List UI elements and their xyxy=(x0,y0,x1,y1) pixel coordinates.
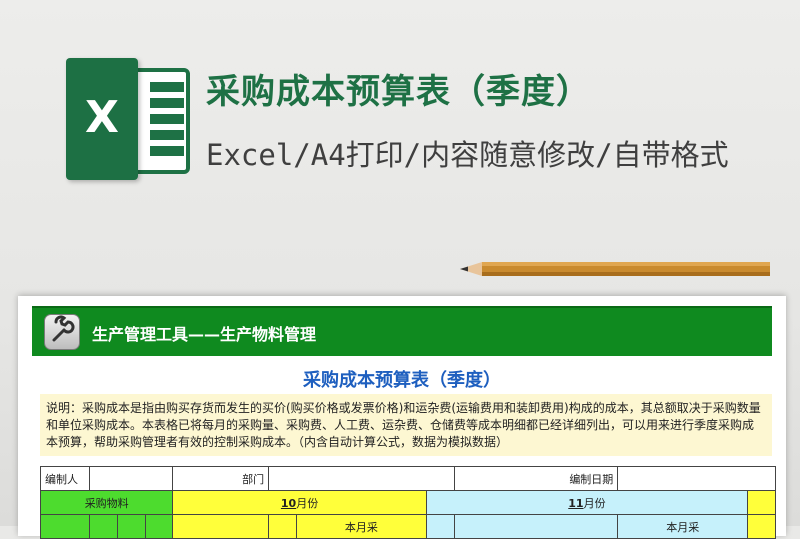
description-line: 本预算，帮助采购管理者有效的控制采购成本。（内含自动计算公式，数据为模拟数据） xyxy=(46,435,509,449)
header-cell xyxy=(747,514,776,539)
page-subtitle: Excel/A4打印/内容随意修改/自带格式 xyxy=(206,138,729,172)
editor-label: 编制人 xyxy=(40,466,90,491)
month3-header xyxy=(747,490,776,515)
pencil-icon xyxy=(460,262,770,276)
spreadsheet-paper: 生产管理工具——生产物料管理 采购成本预算表（季度） 说明：采购成本是指由购买存… xyxy=(18,296,786,539)
header-cell: 本月采 xyxy=(295,514,427,539)
date-cell[interactable] xyxy=(617,466,776,491)
header-cell xyxy=(268,514,297,539)
header-cell xyxy=(144,514,174,539)
header-cell xyxy=(425,514,455,539)
date-label: 编制日期 xyxy=(453,466,619,491)
month2-header: 11月份 xyxy=(425,490,749,515)
tool-banner: 生产管理工具——生产物料管理 xyxy=(32,306,772,356)
month1-header: 10月份 xyxy=(172,490,427,515)
header-cell xyxy=(172,514,270,539)
banner-title: 生产管理工具——生产物料管理 xyxy=(92,325,317,344)
header-cell xyxy=(89,514,118,539)
form-row: 编制人 部门 编制日期 xyxy=(40,466,776,491)
dept-label: 部门 xyxy=(172,466,270,491)
header-cell xyxy=(116,514,146,539)
description-line: 和单位采购成本。本表格已将每月的采购量、采购费、人工费、运杂费、仓储费等成本明细… xyxy=(46,418,755,432)
page-title: 采购成本预算表（季度） xyxy=(206,72,591,112)
header-cell xyxy=(40,514,90,539)
header-cell: 本月采 xyxy=(617,514,749,539)
budget-table: 编制人 部门 编制日期 采购物料 10月份 11月份 本月采 本月采 xyxy=(39,466,776,539)
excel-badge: X xyxy=(66,58,138,180)
month1-number: 10 xyxy=(280,496,297,510)
dept-cell[interactable] xyxy=(268,466,455,491)
editor-cell[interactable] xyxy=(88,466,174,491)
month2-suffix: 月份 xyxy=(583,496,606,510)
group-header-row: 采购物料 10月份 11月份 xyxy=(39,490,776,515)
logo-letter: X xyxy=(85,92,119,143)
excel-logo-icon: X xyxy=(66,58,190,180)
month2-number: 11 xyxy=(568,496,584,510)
description-line: 说明：采购成本是指由购买存货而发生的买价(购买价格或发票价格)和运杂费(运输费用… xyxy=(46,401,761,415)
materials-header: 采购物料 xyxy=(39,490,174,515)
month1-suffix: 月份 xyxy=(296,496,319,510)
description-box: 说明：采购成本是指由购买存货而发生的买价(购买价格或发票价格)和运杂费(运输费用… xyxy=(40,394,772,456)
sub-header-row: 本月采 本月采 xyxy=(40,514,776,539)
wrench-icon xyxy=(44,314,80,350)
header-cell xyxy=(453,514,619,539)
sheet-title: 采购成本预算表（季度） xyxy=(303,370,501,391)
